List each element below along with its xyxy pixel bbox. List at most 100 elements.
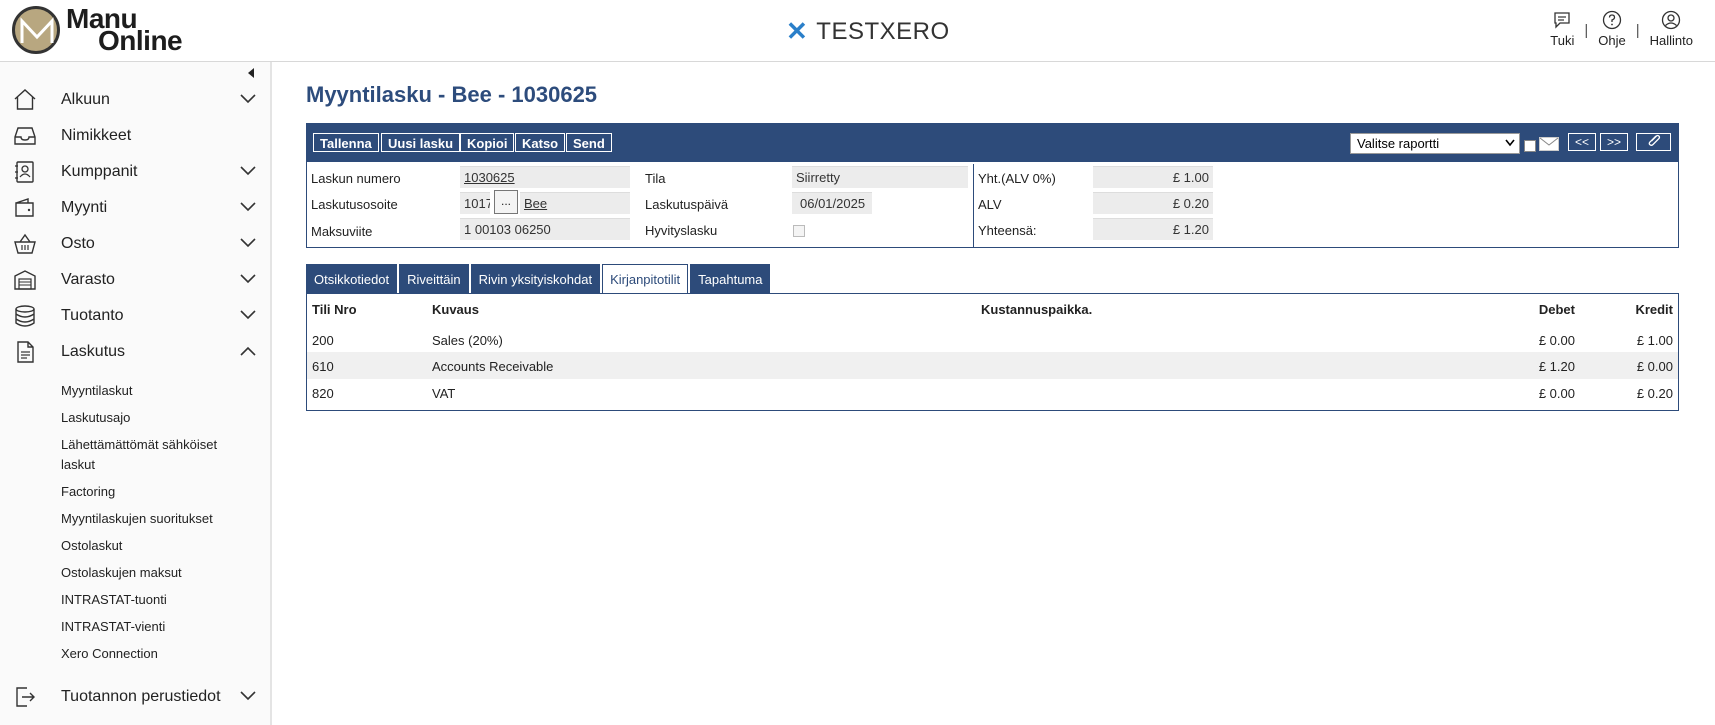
billing-address-code[interactable]: 1017 [460,192,490,214]
tab-tapahtuma[interactable]: Tapahtuma [690,264,771,293]
sidebar-item-osto[interactable]: Osto [0,226,270,262]
submenu-item-myyntilaskut[interactable]: Myyntilaskut [61,378,251,405]
invoice-date-field[interactable]: 06/01/2025 [792,192,872,214]
ledger-table: Tili Nro Kuvaus Kustannuspaikka. Debet K… [306,293,1679,411]
billing-address-label: Laskutusosoite [311,197,398,212]
mail-icon[interactable] [1539,137,1559,151]
sidebar-item-label: Kumppanit [61,163,138,180]
sidebar-item-tuotanto[interactable]: Tuotanto [0,298,270,334]
sidebar: Alkuun Nimikkeet Kumppanit Myynti Osto V… [0,62,272,725]
chevron-left-icon[interactable] [246,66,256,82]
prev-button[interactable]: << [1568,133,1597,151]
database-icon [15,305,35,327]
debit-cell: £ 1.20 [1538,359,1575,374]
contacts-icon [15,161,34,183]
net-total-label: Yht.(ALV 0%) [978,171,1056,186]
copy-button[interactable]: Kopioi [460,133,515,152]
submenu-item-intrastat-export[interactable]: INTRASTAT-vienti [61,614,251,641]
sidebar-item-alkuun[interactable]: Alkuun [0,82,270,118]
sidebar-bottom: Tuotannon perustiedot [0,679,270,715]
credit-cell: £ 0.20 [1636,386,1673,401]
invoice-number-field[interactable]: 1030625 [460,166,630,188]
admin-label: Hallinto [1649,33,1693,48]
submenu-item-purchase-payments[interactable]: Ostolaskujen maksut [61,560,251,587]
chevron-down-icon[interactable] [240,238,256,248]
table-row[interactable]: 610 Accounts Receivable £ 1.20 £ 0.00 [307,352,1678,379]
sidebar-item-myynti[interactable]: Myynti [0,190,270,226]
column-header-debit: Debet [1538,302,1575,317]
tab-riveittain[interactable]: Riveittäin [399,264,469,293]
sidebar-item-label: Tuotanto [61,307,124,324]
net-total-value: £ 1.00 [1093,166,1213,188]
top-actions: Tuki | Ohje | Hallinto [1540,10,1703,48]
chevron-up-icon[interactable] [240,346,256,356]
tab-otsikkotiedot[interactable]: Otsikkotiedot [306,264,398,293]
new-invoice-button[interactable]: Uusi lasku [381,133,461,152]
account-cell: 200 [312,333,334,348]
company-label: TESTXERO [816,17,950,45]
sidebar-nav: Alkuun Nimikkeet Kumppanit Myynti Osto V… [0,82,270,668]
address-lookup-button[interactable]: ... [494,190,518,214]
payment-reference-field[interactable]: 1 00103 06250 [460,218,630,240]
account-cell: 820 [312,386,334,401]
submenu-item-xero-connection[interactable]: Xero Connection [61,641,251,668]
support-label: Tuki [1550,33,1575,48]
help-icon [1602,10,1622,30]
view-button[interactable]: Katso [515,133,566,152]
debit-cell: £ 0.00 [1538,333,1575,348]
chevron-down-icon[interactable] [240,202,256,212]
sidebar-item-label: Osto [61,235,95,252]
vat-value: £ 0.20 [1093,192,1213,214]
exit-icon [16,687,35,707]
submenu-item-ostolaskut[interactable]: Ostolaskut [61,533,251,560]
help-button[interactable]: Ohje [1588,10,1635,48]
send-button[interactable]: Send [566,133,612,152]
attachment-button[interactable] [1636,133,1671,151]
credit-note-label: Hyvityslasku [645,223,718,238]
chevron-down-icon [1505,139,1515,147]
chevron-down-icon[interactable] [240,310,256,320]
submenu-item-factoring[interactable]: Factoring [61,479,251,506]
submenu-item-laskutusajo[interactable]: Laskutusajo [61,405,251,432]
paperclip-icon [1648,134,1660,146]
sidebar-item-nimikkeet[interactable]: Nimikkeet [0,118,270,154]
chevron-down-icon[interactable] [240,166,256,176]
submenu-item-sales-payments[interactable]: Myyntilaskujen suoritukset [61,506,251,533]
grand-total-value: £ 1.20 [1093,218,1213,240]
admin-button[interactable]: Hallinto [1640,10,1703,48]
billing-address-name-field[interactable]: Bee [520,192,630,214]
table-row[interactable]: 820 VAT £ 0.00 £ 0.20 [307,379,1678,406]
tab-kirjanpitotilit[interactable]: Kirjanpitotilit [602,264,689,293]
save-button[interactable]: Tallenna [313,133,379,152]
sidebar-item-production-basics[interactable]: Tuotannon perustiedot [0,679,270,715]
status-field: Siirretty [792,166,968,188]
xero-icon: ✕ [786,16,809,46]
support-button[interactable]: Tuki [1540,10,1584,48]
chevron-down-icon[interactable] [240,691,256,701]
help-label: Ohje [1598,33,1626,48]
table-row[interactable]: 200 Sales (20%) £ 0.00 £ 1.00 [307,326,1678,353]
account-cell: 610 [312,359,334,374]
sidebar-item-label: Tuotannon perustiedot [61,688,221,705]
credit-note-checkbox[interactable] [793,225,805,237]
tab-rivin-yksityiskohdat[interactable]: Rivin yksityiskohdat [470,264,601,293]
next-button[interactable]: >> [1600,133,1629,151]
column-header-credit: Kredit [1635,302,1673,317]
description-cell: Accounts Receivable [432,359,554,374]
description-cell: VAT [432,386,456,401]
submenu-item-unsent-einvoices[interactable]: Lähettämättömät sähköiset laskut [61,432,251,479]
sidebar-item-kumppanit[interactable]: Kumppanit [0,154,270,190]
chevron-down-icon[interactable] [240,274,256,284]
app-logo[interactable]: Manu Online [12,5,183,55]
report-select[interactable]: Valitse raportti [1350,133,1520,154]
chevron-down-icon[interactable] [240,94,256,104]
submenu-item-intrastat-import[interactable]: INTRASTAT-tuonti [61,587,251,614]
top-bar: Manu Online ✕ TESTXERO Tuki | Ohje | Hal… [0,0,1715,62]
inbox-icon [14,127,36,145]
sidebar-item-varasto[interactable]: Varasto [0,262,270,298]
column-header-cost-center: Kustannuspaikka. [981,302,1093,317]
column-header-account: Tili Nro [312,302,357,317]
page-title: Myyntilasku - Bee - 1030625 [306,82,598,107]
sidebar-item-laskutus[interactable]: Laskutus [0,334,270,370]
email-checkbox[interactable] [1524,140,1536,152]
